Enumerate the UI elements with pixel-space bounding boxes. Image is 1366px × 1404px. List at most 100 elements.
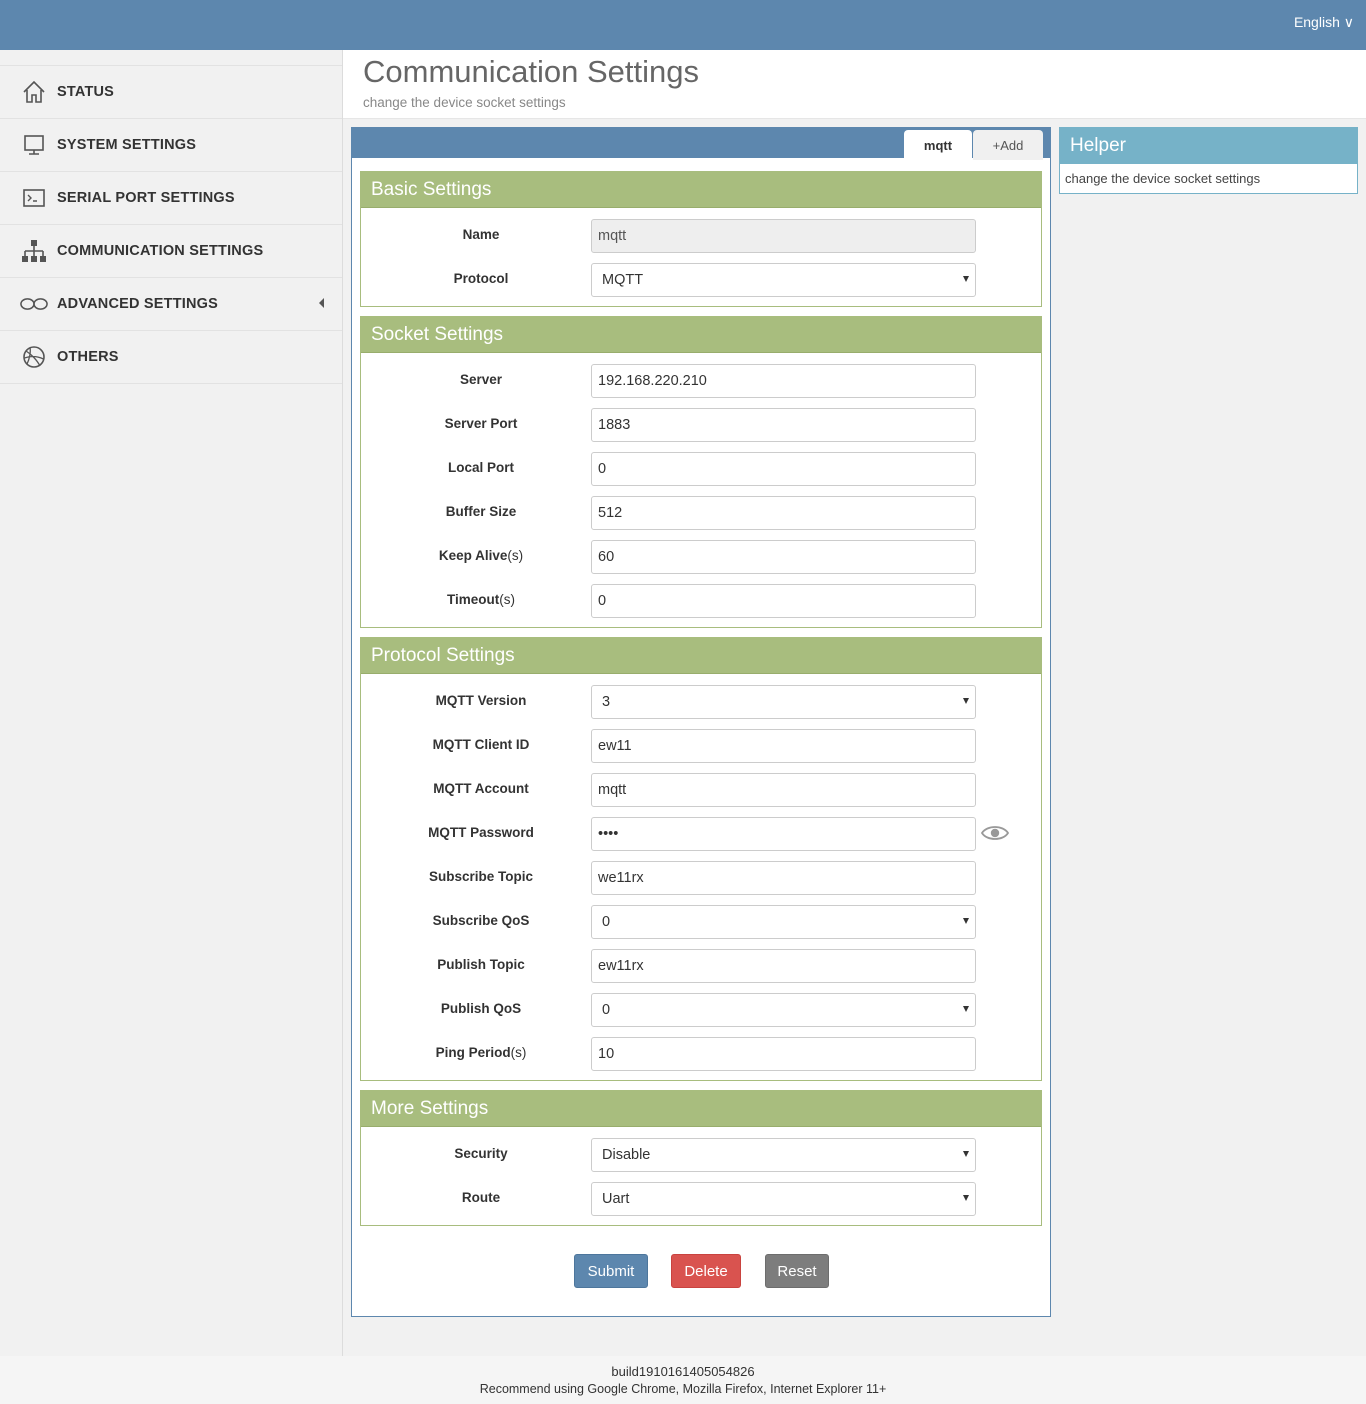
network-icon [20,237,48,265]
sidebar: STATUS SYSTEM SETTINGS SERIAL PORT SETTI… [0,50,343,1356]
server-input[interactable]: 192.168.220.210 [591,364,976,398]
field-label: Protocol [453,271,509,286]
top-bar: English ∨ [0,0,1366,50]
caret-down-icon [963,698,969,704]
sidebar-item-label: STATUS [57,84,115,100]
publish-topic-input[interactable]: ew11rx [591,949,976,983]
ping-period-input[interactable]: 10 [591,1037,976,1071]
form-row: MQTT Account mqtt [361,773,1041,807]
keep-alive-input[interactable]: 60 [591,540,976,574]
field-label: Publish Topic [437,957,525,972]
field-label: Timeout(s) [446,592,515,607]
field-label: Ping Period(s) [435,1045,527,1060]
browser-recommendation: Recommend using Google Chrome, Mozilla F… [479,1382,887,1396]
field-label: Server Port [444,416,518,431]
globe-icon [20,343,48,371]
field-label: MQTT Account [433,781,529,796]
socket-settings-section: Socket Settings Server 192.168.220.210 S… [360,316,1042,628]
terminal-icon [20,184,48,212]
form-row: Subscribe QoS 0 [361,905,1041,939]
route-select[interactable]: Uart [591,1182,976,1216]
timeout-input[interactable]: 0 [591,584,976,618]
form-row: Publish QoS 0 [361,993,1041,1027]
chevron-left-icon [319,298,324,308]
delete-button[interactable]: Delete [671,1254,741,1288]
sidebar-item-others[interactable]: OTHERS [0,331,342,384]
field-label: Buffer Size [445,504,517,519]
field-label: Security [454,1146,508,1161]
form-row: Timeout(s) 0 [361,584,1041,618]
security-select[interactable]: Disable [591,1138,976,1172]
sidebar-item-system-settings[interactable]: SYSTEM SETTINGS [0,119,342,172]
form-row: Publish Topic ew11rx [361,949,1041,983]
helper-text: change the device socket settings [1065,171,1261,186]
helper-title: Helper [1060,128,1357,164]
sidebar-item-label: COMMUNICATION SETTINGS [57,243,264,259]
field-label: Local Port [447,460,514,475]
tab-add[interactable]: +Add [973,130,1043,160]
caret-down-icon [963,918,969,924]
section-title: Basic Settings [361,172,1041,208]
field-label: Subscribe QoS [432,913,530,928]
mqtt-client-id-input[interactable]: ew11 [591,729,976,763]
select-value: Uart [602,1191,630,1207]
field-label: Publish QoS [440,1001,522,1016]
section-title: More Settings [361,1091,1041,1127]
infinity-icon [20,290,48,318]
language-selector[interactable]: English ∨ [1294,14,1354,31]
sidebar-item-label: ADVANCED SETTINGS [57,296,219,312]
field-label: Keep Alive(s) [438,548,524,563]
panel-tab-bar: mqtt +Add [352,128,1050,160]
sidebar-item-label: SYSTEM SETTINGS [57,137,197,153]
field-label: Route [461,1190,501,1205]
form-row: Subscribe Topic we11rx [361,861,1041,895]
basic-settings-section: Basic Settings Name mqtt Protocol MQTT [360,171,1042,307]
select-value: 0 [602,1002,611,1018]
sidebar-item-label: OTHERS [57,349,119,365]
form-row: MQTT Version 3 [361,685,1041,719]
submit-button[interactable]: Submit [574,1254,648,1288]
reset-button[interactable]: Reset [765,1254,829,1288]
protocol-settings-section: Protocol Settings MQTT Version 3 MQTT Cl… [360,637,1042,1081]
select-value: 3 [602,694,611,710]
mqtt-password-input[interactable]: •••• [591,817,976,851]
build-info: build1910161405054826 [611,1364,755,1379]
form-row: Keep Alive(s) 60 [361,540,1041,574]
select-value: MQTT [602,272,644,288]
section-title: Socket Settings [361,317,1041,353]
name-field[interactable]: mqtt [591,219,976,253]
subscribe-qos-select[interactable]: 0 [591,905,976,939]
caret-down-icon [963,1151,969,1157]
mqtt-account-input[interactable]: mqtt [591,773,976,807]
mqtt-version-select[interactable]: 3 [591,685,976,719]
sidebar-item-status[interactable]: STATUS [0,66,342,119]
protocol-select[interactable]: MQTT [591,263,976,297]
page-header: Communication Settings change the device… [343,50,1366,119]
settings-panel: mqtt +Add Basic Settings Name mqtt Proto… [351,127,1051,1317]
server-port-input[interactable]: 1883 [591,408,976,442]
sidebar-item-advanced-settings[interactable]: ADVANCED SETTINGS [0,278,342,331]
form-row: Server Port 1883 [361,408,1041,442]
form-row: MQTT Password •••• [361,817,1041,851]
eye-icon[interactable] [980,822,1010,844]
caret-down-icon [963,1195,969,1201]
tab-mqtt[interactable]: mqtt [904,130,972,160]
caret-down-icon [963,1006,969,1012]
local-port-input[interactable]: 0 [591,452,976,486]
subscribe-topic-input[interactable]: we11rx [591,861,976,895]
monitor-icon [20,131,48,159]
publish-qos-select[interactable]: 0 [591,993,976,1027]
page-title: Communication Settings [363,54,699,89]
section-title: Protocol Settings [361,638,1041,674]
sidebar-item-communication-settings[interactable]: COMMUNICATION SETTINGS [0,225,342,278]
buffer-size-input[interactable]: 512 [591,496,976,530]
form-row: Route Uart [361,1182,1041,1216]
select-value: 0 [602,914,611,930]
caret-down-icon [963,276,969,282]
page-subtitle: change the device socket settings [363,95,566,110]
form-row: Local Port 0 [361,452,1041,486]
form-row: Server 192.168.220.210 [361,364,1041,398]
sidebar-item-serial-port-settings[interactable]: SERIAL PORT SETTINGS [0,172,342,225]
field-label: MQTT Version [435,693,527,708]
footer: build1910161405054826 Recommend using Go… [0,1356,1366,1404]
